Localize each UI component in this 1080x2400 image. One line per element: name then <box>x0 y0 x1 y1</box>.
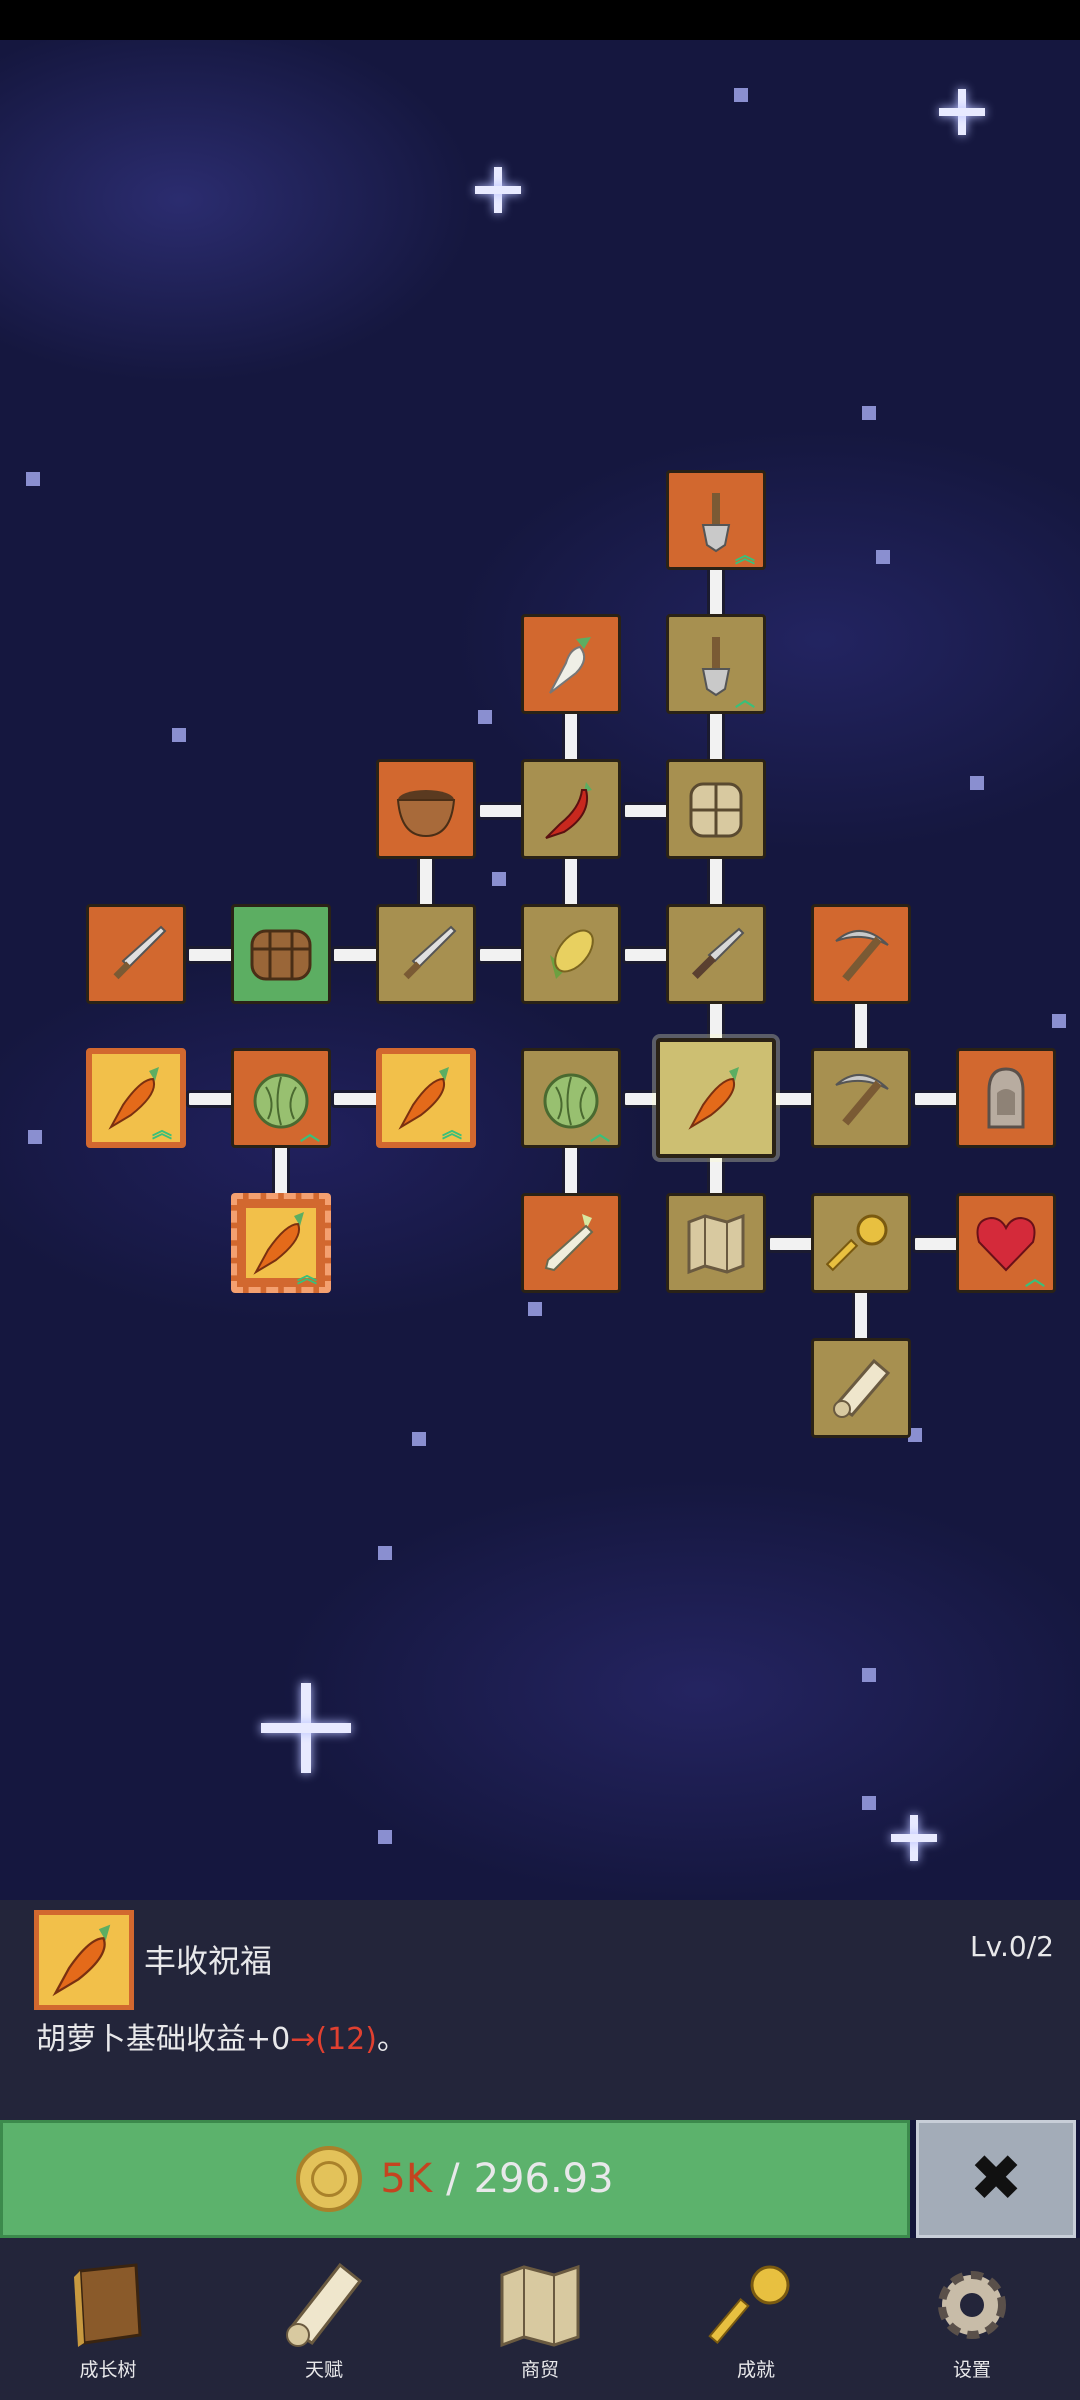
scroll-icon <box>833 1358 891 1418</box>
skill-node-pickaxe-upgrade[interactable] <box>811 904 911 1004</box>
nav-label: 天赋 <box>304 2358 343 2381</box>
upgrade-button[interactable]: 5K / 296.93 <box>0 2120 910 2238</box>
nav-growth-tree[interactable]: 成长树 <box>33 2257 183 2382</box>
nav-label: 成就 <box>736 2358 775 2381</box>
leek-icon <box>544 1214 594 1272</box>
skill-node-map[interactable] <box>666 1193 766 1293</box>
pickaxe-icon <box>835 1073 889 1126</box>
key-icon <box>708 2265 790 2344</box>
book-icon <box>74 2262 142 2347</box>
golden-carrot-icon <box>52 1924 111 1997</box>
chili-pepper-icon <box>545 782 592 839</box>
dagger-icon <box>691 927 745 980</box>
skill-node-sword-base[interactable] <box>86 904 186 1004</box>
coin-balance: 296.93 <box>473 2156 614 2202</box>
skill-description-end: 。 <box>376 2022 407 2057</box>
skill-title: 丰收祝福 <box>144 1942 273 1980</box>
scroll-icon <box>286 2262 363 2347</box>
skill-tree: ︽ ︿ ︽ ︿ ︽ ︿ ︽ ︿ <box>0 0 1080 1900</box>
cost-separator: / <box>446 2156 460 2202</box>
skill-node-cabbage[interactable]: ︿ <box>521 1048 621 1148</box>
coin-icon <box>296 2146 363 2212</box>
key-icon <box>826 1214 888 1272</box>
skill-node-heart[interactable]: ︿ <box>956 1193 1056 1293</box>
skill-node-harvest-blessing-2[interactable]: ︽ <box>376 1048 476 1148</box>
corn-icon <box>550 929 594 979</box>
skill-description-text: 胡萝卜基础收益+0 <box>36 2022 291 2057</box>
skill-level: Lv.0/2 <box>970 1930 1054 1963</box>
skill-node-harvest-blessing-1[interactable]: ︽ <box>86 1048 186 1148</box>
nav-talent[interactable]: 天赋 <box>249 2257 399 2382</box>
skill-node-backpack[interactable] <box>666 759 766 859</box>
skill-node-carrot-root[interactable] <box>656 1038 776 1158</box>
sword-icon <box>113 925 167 980</box>
skill-node-dagger[interactable] <box>666 904 766 1004</box>
pickaxe-icon <box>835 929 889 982</box>
skill-info-icon <box>34 1910 134 2010</box>
skill-node-leek[interactable] <box>521 1193 621 1293</box>
skill-node-statue[interactable] <box>956 1048 1056 1148</box>
skill-node-chili[interactable] <box>521 759 621 859</box>
skill-description: 胡萝卜基础收益+0→(12)。 <box>36 2014 407 2058</box>
nav-achievements[interactable]: 成就 <box>681 2257 831 2382</box>
skill-node-scroll[interactable] <box>811 1338 911 1438</box>
skill-node-cabbage-upgrade[interactable]: ︿ <box>231 1048 331 1148</box>
sword-icon <box>403 925 457 980</box>
skill-node-pickaxe[interactable] <box>811 1048 911 1148</box>
white-radish-icon <box>549 637 591 694</box>
close-button[interactable]: ✖ <box>916 2120 1076 2238</box>
bottom-nav: 成长树 天赋 商贸 成就 设置 <box>0 2238 1080 2400</box>
skill-node-chest[interactable] <box>231 904 331 1004</box>
skill-node-shovel[interactable]: ︿ <box>666 614 766 714</box>
nav-label: 商贸 <box>520 2358 559 2381</box>
map-icon <box>500 2264 580 2347</box>
map-icon <box>687 1213 745 1275</box>
skill-node-sword[interactable] <box>376 904 476 1004</box>
backpack-icon <box>689 782 743 838</box>
skill-node-corn[interactable] <box>521 904 621 1004</box>
skill-info-panel: 丰收祝福 Lv.0/2 胡萝卜基础收益+0→(12)。 <box>0 1900 1080 2120</box>
skill-description-value: (12) <box>315 2022 377 2057</box>
skill-node-harvest-blessing-locked[interactable]: ︽ <box>231 1193 331 1293</box>
carrot-icon <box>688 1067 739 1130</box>
skill-node-key[interactable] <box>811 1193 911 1293</box>
gear-icon <box>938 2270 1006 2339</box>
chest-icon <box>250 929 312 981</box>
nav-label: 成长树 <box>79 2358 137 2381</box>
nav-trade[interactable]: 商贸 <box>465 2257 615 2382</box>
nav-settings[interactable]: 设置 <box>897 2257 1047 2382</box>
nav-label: 设置 <box>952 2358 991 2381</box>
statue-icon <box>987 1067 1025 1129</box>
upgrade-cost: 5K <box>380 2156 433 2202</box>
bowl-icon <box>396 790 456 838</box>
skill-node-shovel-upgrade[interactable]: ︽ <box>666 470 766 570</box>
skill-node-white-radish[interactable] <box>521 614 621 714</box>
skill-description-arrow: → <box>290 2022 316 2057</box>
skill-node-bowl[interactable] <box>376 759 476 859</box>
